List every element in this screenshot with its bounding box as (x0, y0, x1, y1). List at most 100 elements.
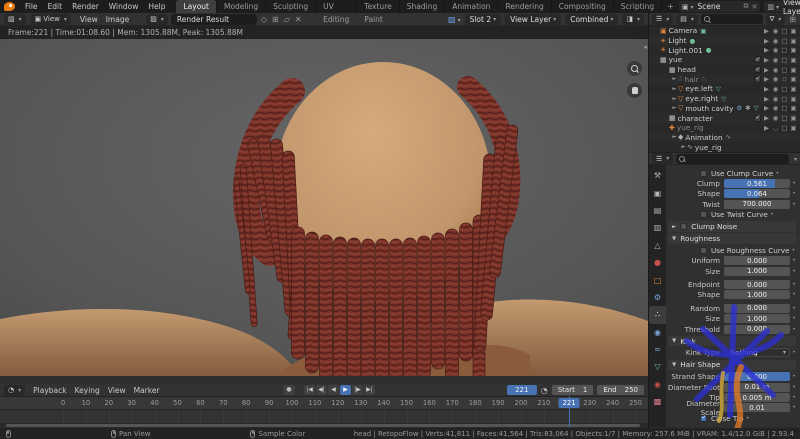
monitor-toggle-icon[interactable]: □ (780, 46, 789, 54)
animate-dot-icon[interactable]: • (790, 190, 798, 197)
play-button[interactable]: ▶ (340, 385, 351, 395)
view-layer-selector[interactable]: ▥ View Layer ⧉ ✕ (764, 1, 800, 12)
monitor-toggle-icon[interactable]: □ (780, 85, 789, 93)
timeline-track[interactable] (0, 410, 648, 423)
animate-dot-icon[interactable]: • (790, 315, 798, 322)
select-toggle-icon[interactable]: ▶ (762, 56, 771, 64)
threshold-field[interactable]: 0.000 (724, 325, 790, 334)
eye-toggle-icon[interactable]: ◉ (771, 27, 780, 35)
panel-expand-icon[interactable]: ▼ (672, 362, 676, 368)
clump-field[interactable]: 0.561 (724, 179, 790, 188)
camera-toggle-icon[interactable]: ▣ (789, 85, 798, 93)
outliner-row[interactable]: ►∴hair∴▶◉▫▣ (649, 74, 800, 84)
camera-toggle-icon[interactable]: ▣ (789, 66, 798, 74)
animate-dot-icon[interactable]: • (768, 211, 776, 218)
camera-toggle-icon[interactable]: ▣ (789, 114, 798, 122)
select-toggle-icon[interactable]: ▶ (762, 104, 771, 112)
properties-tab-view-layer[interactable]: ▥ (649, 219, 666, 236)
camera-toggle-icon[interactable]: ▣ (789, 104, 798, 112)
add-workspace-button[interactable]: + (662, 0, 679, 13)
panel-checkbox[interactable] (680, 223, 687, 230)
layer-dropdown[interactable]: View Layer (505, 14, 561, 25)
animate-dot-icon[interactable]: • (744, 415, 752, 422)
outliner-row[interactable]: ✚yue_rig▶◡□▣ (649, 123, 800, 133)
properties-tab-tool[interactable]: ⚒ (649, 167, 666, 184)
twist-field[interactable]: 700.000 (724, 200, 790, 209)
playhead-frame-label[interactable]: 221 (559, 398, 580, 408)
diameter-scale-field[interactable]: 0.01 (724, 403, 790, 412)
monitor-toggle-icon[interactable]: □ (780, 27, 789, 35)
browse-image-icon[interactable]: ▨ (146, 14, 168, 25)
panel-header-clump-noise[interactable]: ►Clump Noise (668, 221, 796, 231)
outliner-row[interactable]: ▦yue▶◉□▣ (649, 55, 800, 65)
end-frame-field[interactable]: End250 (597, 385, 644, 395)
eye-toggle-icon[interactable]: ◉ (771, 114, 780, 122)
scene-icon[interactable]: ▣ (682, 3, 694, 11)
menu-window[interactable]: Window (104, 0, 144, 13)
start-frame-field[interactable]: Start1 (552, 385, 594, 395)
workspace-tab-sculpting[interactable]: Sculpting (266, 0, 316, 13)
mode-dropdown[interactable]: ▣View (31, 14, 71, 25)
properties-tab-render[interactable]: ▣ (649, 184, 666, 201)
select-toggle-icon[interactable]: ▶ (762, 66, 771, 74)
properties-tab-output[interactable]: ▤ (649, 202, 666, 219)
view-layer-name[interactable]: View Layer (782, 0, 800, 16)
new-collection-icon[interactable]: ⊞ (788, 15, 797, 24)
uniform-field[interactable]: 0.000 (724, 256, 790, 265)
unlink-image-icon[interactable]: ✕ (294, 15, 303, 24)
camera-toggle-icon[interactable]: ▣ (789, 37, 798, 45)
workspace-tab-compositing[interactable]: Compositing (552, 0, 614, 13)
prev-keyframe-button[interactable]: ◀| (316, 385, 327, 395)
camera-toggle-icon[interactable]: ▣ (789, 27, 798, 35)
eye-toggle-icon[interactable]: ◉ (771, 104, 780, 112)
open-image-icon[interactable]: ▱ (283, 15, 291, 24)
animate-dot-icon[interactable]: • (790, 281, 798, 288)
properties-tab-object[interactable]: □ (649, 271, 666, 288)
outliner-row[interactable]: ☀Light.001●▶◉□▣ (649, 45, 800, 55)
clock-icon[interactable]: ◔ (541, 386, 548, 395)
properties-search[interactable] (676, 154, 789, 164)
workspace-tab-rendering[interactable]: Rendering (498, 0, 551, 13)
pan-gizmo[interactable] (627, 83, 642, 98)
eye-toggle-icon[interactable]: ◉ (771, 56, 780, 64)
shape-field[interactable]: 0.064 (724, 189, 790, 198)
panel-expand-icon[interactable]: ▼ (672, 338, 676, 344)
play-reverse-button[interactable]: ◀ (328, 385, 339, 395)
new-scene-icon[interactable]: ⧉ (743, 2, 748, 11)
camera-toggle-icon[interactable]: ▣ (789, 56, 798, 64)
timeline-editor-icon[interactable]: ◔ (4, 385, 25, 396)
render-display-icon[interactable]: ◨ (622, 14, 644, 25)
animate-dot-icon[interactable]: • (790, 291, 798, 298)
select-toggle-icon[interactable]: ▶ (762, 75, 771, 83)
workspace-tab-layout[interactable]: Layout (176, 0, 217, 13)
menu-edit[interactable]: Edit (43, 0, 68, 13)
outliner-row[interactable]: ►▽eye.left▽▶◉□▣ (649, 84, 800, 94)
outliner-row[interactable]: ►∿yue_rig (649, 142, 800, 152)
monitor-toggle-icon[interactable]: □ (780, 66, 789, 74)
animate-dot-icon[interactable]: • (790, 394, 798, 401)
select-toggle-icon[interactable]: ▶ (762, 124, 771, 132)
render-viewport[interactable]: ◂ (0, 39, 648, 384)
image-menu-view[interactable]: View (76, 13, 102, 26)
scene-selector[interactable]: ▣ Scene ⧉ ✕ (679, 1, 761, 12)
animate-dot-icon[interactable]: • (790, 268, 798, 275)
properties-editor-icon[interactable]: ☰ (652, 153, 673, 164)
camera-toggle-icon[interactable]: ▣ (789, 95, 798, 103)
eye-toggle-icon[interactable]: ◉ (771, 85, 780, 93)
select-toggle-icon[interactable]: ▶ (762, 114, 771, 122)
eye-toggle-icon[interactable]: ◉ (771, 46, 780, 54)
select-toggle-icon[interactable]: ▶ (762, 95, 771, 103)
workspace-tab-uv-editing[interactable]: UV Editing (316, 0, 357, 13)
monitor-toggle-icon[interactable]: □ (780, 37, 789, 45)
sidebar-toggle-icon[interactable]: ◂ (643, 43, 647, 51)
outliner-editor-icon[interactable]: ☰ (652, 14, 673, 25)
select-toggle-icon[interactable]: ▶ (762, 85, 771, 93)
select-toggle-icon[interactable]: ▶ (762, 46, 771, 54)
workspace-tab-texture-paint[interactable]: Texture Paint (357, 0, 399, 13)
next-keyframe-button[interactable]: |▶ (352, 385, 363, 395)
use-twist-curve-checkbox[interactable] (700, 211, 707, 218)
panel-expand-icon[interactable]: ▼ (672, 236, 676, 242)
use-roughness-curve-checkbox[interactable] (700, 247, 707, 254)
properties-tab-scene[interactable]: △ (649, 237, 666, 254)
properties-tab-constraints[interactable]: ≈ (649, 341, 666, 358)
